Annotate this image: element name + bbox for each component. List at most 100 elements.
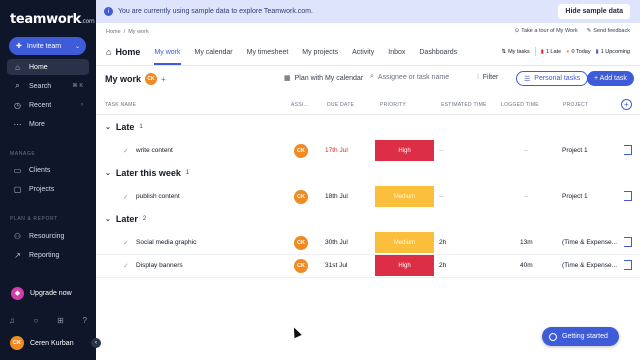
tab-inbox[interactable]: Inbox (388, 43, 405, 61)
tab-my-work[interactable]: My work (154, 43, 181, 65)
column-project[interactable]: Project (563, 102, 588, 108)
avatar[interactable]: CK (294, 259, 308, 273)
task-name[interactable]: write content (136, 147, 173, 154)
sidebar-item-reporting[interactable]: ↗ Reporting (7, 247, 89, 263)
project-name[interactable]: (Time & Expense... (562, 262, 617, 269)
open-task-icon[interactable] (624, 145, 632, 155)
tab-my-projects[interactable]: My projects (302, 43, 338, 61)
sidebar-item-projects[interactable]: ▢ Projects (7, 181, 89, 197)
table-header: Task name Assi... Due date Priority Esti… (96, 99, 640, 111)
take-tour-link[interactable]: ⊙ Take a tour of My Work (515, 28, 578, 34)
complete-checkbox[interactable]: ✓ (123, 262, 129, 270)
table-row[interactable]: ✓ Display banners CK 31st Jul High 2h 40… (96, 255, 640, 277)
sidebar-item-home[interactable]: ⌂ Home (7, 59, 89, 75)
tab-my-calendar[interactable]: My calendar (195, 43, 233, 61)
apps-grid-icon[interactable]: ⊞ (57, 316, 64, 325)
late-count[interactable]: ▮ 1 Late (541, 47, 561, 56)
estimated-time[interactable]: 2h (439, 262, 446, 269)
breadcrumb-home[interactable]: Home (106, 29, 121, 35)
chevron-right-icon: › (81, 102, 83, 108)
bell-icon[interactable]: ♫ (9, 316, 15, 325)
upcoming-count[interactable]: ▮ 1 Upcoming (596, 47, 630, 56)
today-count[interactable]: ● 0 Today (566, 47, 591, 56)
search-input[interactable]: ⌕ Assignee or task name (370, 73, 449, 81)
divider (96, 65, 640, 66)
my-tasks-count[interactable]: ⇅ My tasks (501, 47, 529, 56)
due-date[interactable]: 17th Jul (325, 147, 348, 154)
complete-checkbox[interactable]: ✓ (123, 239, 129, 247)
add-column-button[interactable]: + (621, 99, 632, 110)
avatar[interactable]: CK (294, 190, 308, 204)
estimated-time[interactable]: -- (439, 147, 443, 154)
estimated-time[interactable]: -- (439, 193, 443, 200)
complete-checkbox[interactable]: ✓ (123, 193, 129, 201)
open-task-icon[interactable] (624, 260, 632, 270)
tab-activity[interactable]: Activity (352, 43, 374, 61)
avatar[interactable]: CK (294, 236, 308, 250)
tab-dashboards[interactable]: Dashboards (419, 43, 457, 61)
column-assignee[interactable]: Assi... (291, 102, 309, 108)
group-header-later[interactable]: ⌄ Later 2 (105, 214, 146, 224)
open-task-icon[interactable] (624, 191, 632, 201)
send-feedback-link[interactable]: ✎ Send feedback (587, 28, 630, 34)
complete-checkbox[interactable]: ✓ (123, 147, 129, 155)
filter-button[interactable]: ⫶ Filter (477, 74, 498, 82)
column-logged-time[interactable]: Logged time (501, 102, 539, 108)
upgrade-now-button[interactable]: ◆ Upgrade now (7, 284, 89, 302)
home-icon: ⌂ (106, 47, 112, 57)
avatar[interactable]: CK (294, 144, 308, 158)
user-profile[interactable]: CK Ceren Kurban (10, 336, 74, 350)
logged-time[interactable]: -- (524, 193, 528, 200)
sidebar-item-search[interactable]: ⌕ Search ⌘ K (7, 78, 89, 94)
sidebar-item-more[interactable]: ⋯ More (7, 116, 89, 132)
project-name[interactable]: Project 1 (562, 147, 588, 154)
divider (96, 277, 640, 278)
project-name[interactable]: (Time & Expense... (562, 239, 617, 246)
plan-with-calendar-button[interactable]: ▦ Plan with My calendar (284, 74, 363, 83)
sidebar-item-resourcing[interactable]: ⚇ Resourcing (7, 228, 89, 244)
table-row[interactable]: ✓ Social media graphic CK 30th Jul Mediu… (96, 232, 640, 254)
teamwork-logo[interactable]: teamwork.com (10, 12, 95, 27)
column-priority[interactable]: Priority (380, 102, 406, 108)
sidebar-item-clients[interactable]: ▭ Clients (7, 162, 89, 178)
group-header-later-this-week[interactable]: ⌄ Later this week 1 (105, 168, 189, 178)
sidebar-item-recent[interactable]: ◷ Recent › (7, 97, 89, 113)
task-name[interactable]: Social media graphic (136, 239, 196, 246)
logged-time[interactable]: 13m (520, 239, 533, 246)
hide-sample-data-button[interactable]: Hide sample data (558, 4, 630, 19)
priority-badge[interactable]: High (375, 255, 434, 276)
add-task-button[interactable]: + Add task (587, 71, 634, 86)
invite-team-button[interactable]: ✚ Invite team ⌄ (9, 37, 86, 55)
priority-badge[interactable]: Medium (375, 186, 434, 207)
task-name[interactable]: publish content (136, 193, 180, 200)
estimated-time[interactable]: 2h (439, 239, 446, 246)
logged-time[interactable]: 40m (520, 262, 533, 269)
personal-tasks-button[interactable]: ☰ Personal tasks (516, 71, 589, 86)
today-dot-icon: ● (566, 48, 570, 55)
column-due-date[interactable]: Due date (327, 102, 354, 108)
getting-started-button[interactable]: Getting started (542, 327, 619, 346)
priority-badge[interactable]: High (375, 140, 434, 161)
column-task-name[interactable]: Task name (105, 102, 136, 108)
chat-icon[interactable]: ○ (34, 316, 39, 325)
avatar[interactable]: CK (145, 73, 158, 85)
column-estimated-time[interactable]: Estimated time (441, 102, 487, 108)
priority-badge[interactable]: Medium (375, 232, 434, 253)
add-person-button[interactable]: + (161, 75, 166, 84)
due-date[interactable]: 18th Jul (325, 193, 348, 200)
open-task-icon[interactable] (624, 237, 632, 247)
tasks-icon: ⇅ (501, 48, 507, 55)
task-name[interactable]: Display banners (136, 262, 183, 269)
collapse-sidebar-button[interactable]: ‹ (91, 338, 101, 348)
due-date[interactable]: 30th Jul (325, 239, 348, 246)
logged-time[interactable]: -- (524, 147, 528, 154)
table-row[interactable]: ✓ publish content CK 18th Jul Medium -- … (96, 186, 640, 208)
list-icon: ☰ (524, 75, 531, 83)
project-name[interactable]: Project 1 (562, 193, 588, 200)
help-icon[interactable]: ? (83, 316, 87, 325)
page-title: ⌂ Home (106, 47, 141, 57)
due-date[interactable]: 31st Jul (325, 262, 347, 269)
tab-my-timesheet[interactable]: My timesheet (247, 43, 289, 61)
table-row[interactable]: ✓ write content CK 17th Jul High -- -- P… (96, 140, 640, 162)
group-header-late[interactable]: ⌄ Late 1 (105, 122, 143, 132)
